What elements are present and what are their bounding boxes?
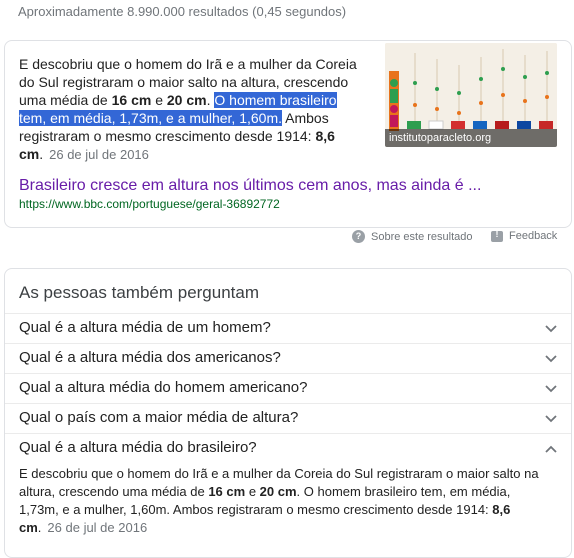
paa-answer-text: e xyxy=(245,484,260,499)
snippet-thumbnail[interactable]: institutoparacleto.org xyxy=(385,43,557,147)
results-stats: Aproximadamente 8.990.000 resultados (0,… xyxy=(18,4,347,19)
paa-answer-date: 26 de jul de 2016 xyxy=(47,520,148,535)
paa-question[interactable]: Qual é a altura média de um homem? xyxy=(5,313,571,343)
paa-question[interactable]: Qual é a altura média dos americanos? xyxy=(5,343,571,373)
snippet-bold-value: 20 cm xyxy=(166,92,207,108)
feedback-button[interactable]: Feedback xyxy=(491,229,558,242)
result-title-link[interactable]: Brasileiro cresce em altura nos últimos … xyxy=(19,177,559,195)
chevron-down-icon xyxy=(545,385,557,393)
feedback-icon xyxy=(491,229,503,242)
about-result-label: Sobre este resultado xyxy=(371,230,473,243)
chevron-up-icon xyxy=(545,445,557,453)
paa-question-text: Qual o país com a maior média de altura? xyxy=(19,409,299,426)
thumbnail-caption: institutoparacleto.org xyxy=(385,129,557,147)
chevron-down-icon xyxy=(545,325,557,333)
paa-question-text: Qual é a altura média dos americanos? xyxy=(19,349,281,366)
snippet-date: 26 de jul de 2016 xyxy=(49,147,149,162)
help-icon: ? xyxy=(352,230,365,243)
snippet-text: E descobriu que o homem do Irã e a mulhe… xyxy=(19,55,364,164)
chevron-down-icon xyxy=(545,415,557,423)
people-also-ask-card: As pessoas também perguntam Qual é a alt… xyxy=(4,268,572,558)
paa-question-text: Qual a altura média do homem americano? xyxy=(19,379,308,396)
paa-answer-bold: 16 cm xyxy=(208,484,246,499)
result-url: https://www.bbc.com/portuguese/geral-368… xyxy=(19,197,280,211)
paa-title: As pessoas também perguntam xyxy=(19,283,260,302)
paa-question[interactable]: Qual o país com a maior média de altura? xyxy=(5,403,571,433)
paa-answer: E descobriu que o homem do Irã e a mulhe… xyxy=(19,465,549,537)
paa-question[interactable]: Qual a altura média do homem americano? xyxy=(5,373,571,403)
paa-question-text: Qual é a altura média do brasileiro? xyxy=(19,439,257,456)
paa-answer-bold: 20 cm xyxy=(259,484,297,499)
snippet-text-part: . xyxy=(39,146,44,162)
paa-question-text: Qual é a altura média de um homem? xyxy=(19,319,271,336)
paa-answer-text: . xyxy=(37,520,42,535)
paa-question-expanded[interactable]: Qual é a altura média do brasileiro? xyxy=(5,433,571,463)
feedback-label: Feedback xyxy=(509,230,558,242)
snippet-bold-value: 16 cm xyxy=(111,92,152,108)
snippet-text-part: e xyxy=(151,92,167,108)
about-result-button[interactable]: ? Sobre este resultado xyxy=(352,230,473,243)
featured-snippet-card: E descobriu que o homem do Irã e a mulhe… xyxy=(4,40,572,228)
chevron-down-icon xyxy=(545,355,557,363)
snippet-footer: ? Sobre este resultado Feedback xyxy=(0,229,574,248)
